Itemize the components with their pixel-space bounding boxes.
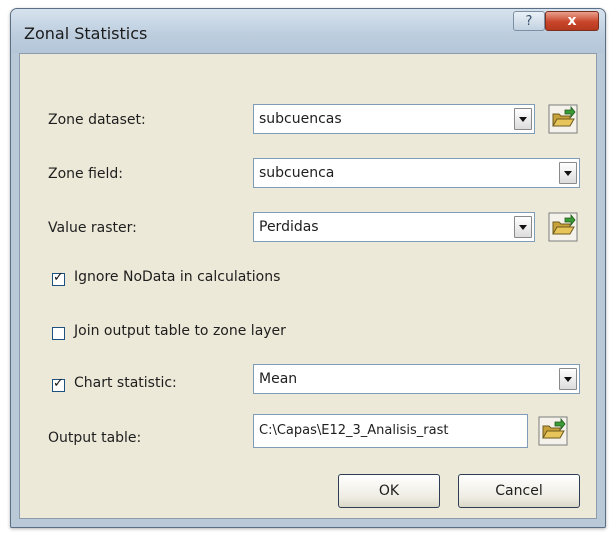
ignore-nodata-label: Ignore NoData in calculations bbox=[74, 269, 281, 285]
chart-statistic-label: Chart statistic: bbox=[74, 375, 177, 391]
zone-field-value: subcuenca bbox=[259, 165, 335, 181]
chart-statistic-checkbox[interactable] bbox=[52, 376, 65, 392]
chart-statistic-combo[interactable]: Mean bbox=[253, 364, 580, 394]
chevron-down-icon[interactable] bbox=[559, 162, 577, 184]
chevron-down-icon[interactable] bbox=[514, 216, 532, 238]
chart-statistic-value: Mean bbox=[259, 371, 298, 387]
title-bar: Zonal Statistics ? x bbox=[11, 9, 605, 53]
join-output-checkbox[interactable] bbox=[52, 327, 65, 340]
zone-dataset-label: Zone dataset: bbox=[48, 112, 146, 128]
dialog-body: Zone dataset: subcuencas Zone field: sub… bbox=[19, 53, 597, 519]
ok-button[interactable]: OK bbox=[338, 474, 440, 508]
value-raster-label: Value raster: bbox=[48, 220, 137, 236]
open-folder-icon[interactable] bbox=[548, 104, 578, 134]
chevron-down-icon[interactable] bbox=[559, 368, 577, 390]
help-button[interactable]: ? bbox=[513, 11, 545, 31]
open-folder-icon[interactable] bbox=[538, 416, 568, 446]
zone-dataset-combo[interactable]: subcuencas bbox=[253, 104, 535, 134]
cancel-button[interactable]: Cancel bbox=[458, 474, 580, 508]
output-table-field[interactable]: C:\Capas\E12_3_Analisis_rast bbox=[253, 414, 528, 448]
close-button[interactable]: x bbox=[545, 11, 599, 31]
chevron-down-icon[interactable] bbox=[514, 108, 532, 130]
value-raster-value: Perdidas bbox=[259, 219, 319, 235]
output-table-value: C:\Capas\E12_3_Analisis_rast bbox=[259, 423, 449, 438]
join-output-label: Join output table to zone layer bbox=[74, 323, 286, 339]
zonal-statistics-dialog: Zonal Statistics ? x Zone dataset: subcu… bbox=[10, 8, 606, 528]
zone-dataset-value: subcuencas bbox=[259, 111, 342, 127]
output-table-label: Output table: bbox=[48, 430, 142, 446]
value-raster-combo[interactable]: Perdidas bbox=[253, 212, 535, 242]
zone-field-label: Zone field: bbox=[48, 166, 124, 182]
zone-field-combo[interactable]: subcuenca bbox=[253, 158, 580, 188]
ignore-nodata-checkbox[interactable] bbox=[52, 270, 65, 286]
dialog-title: Zonal Statistics bbox=[24, 24, 148, 43]
open-folder-icon[interactable] bbox=[548, 212, 578, 242]
